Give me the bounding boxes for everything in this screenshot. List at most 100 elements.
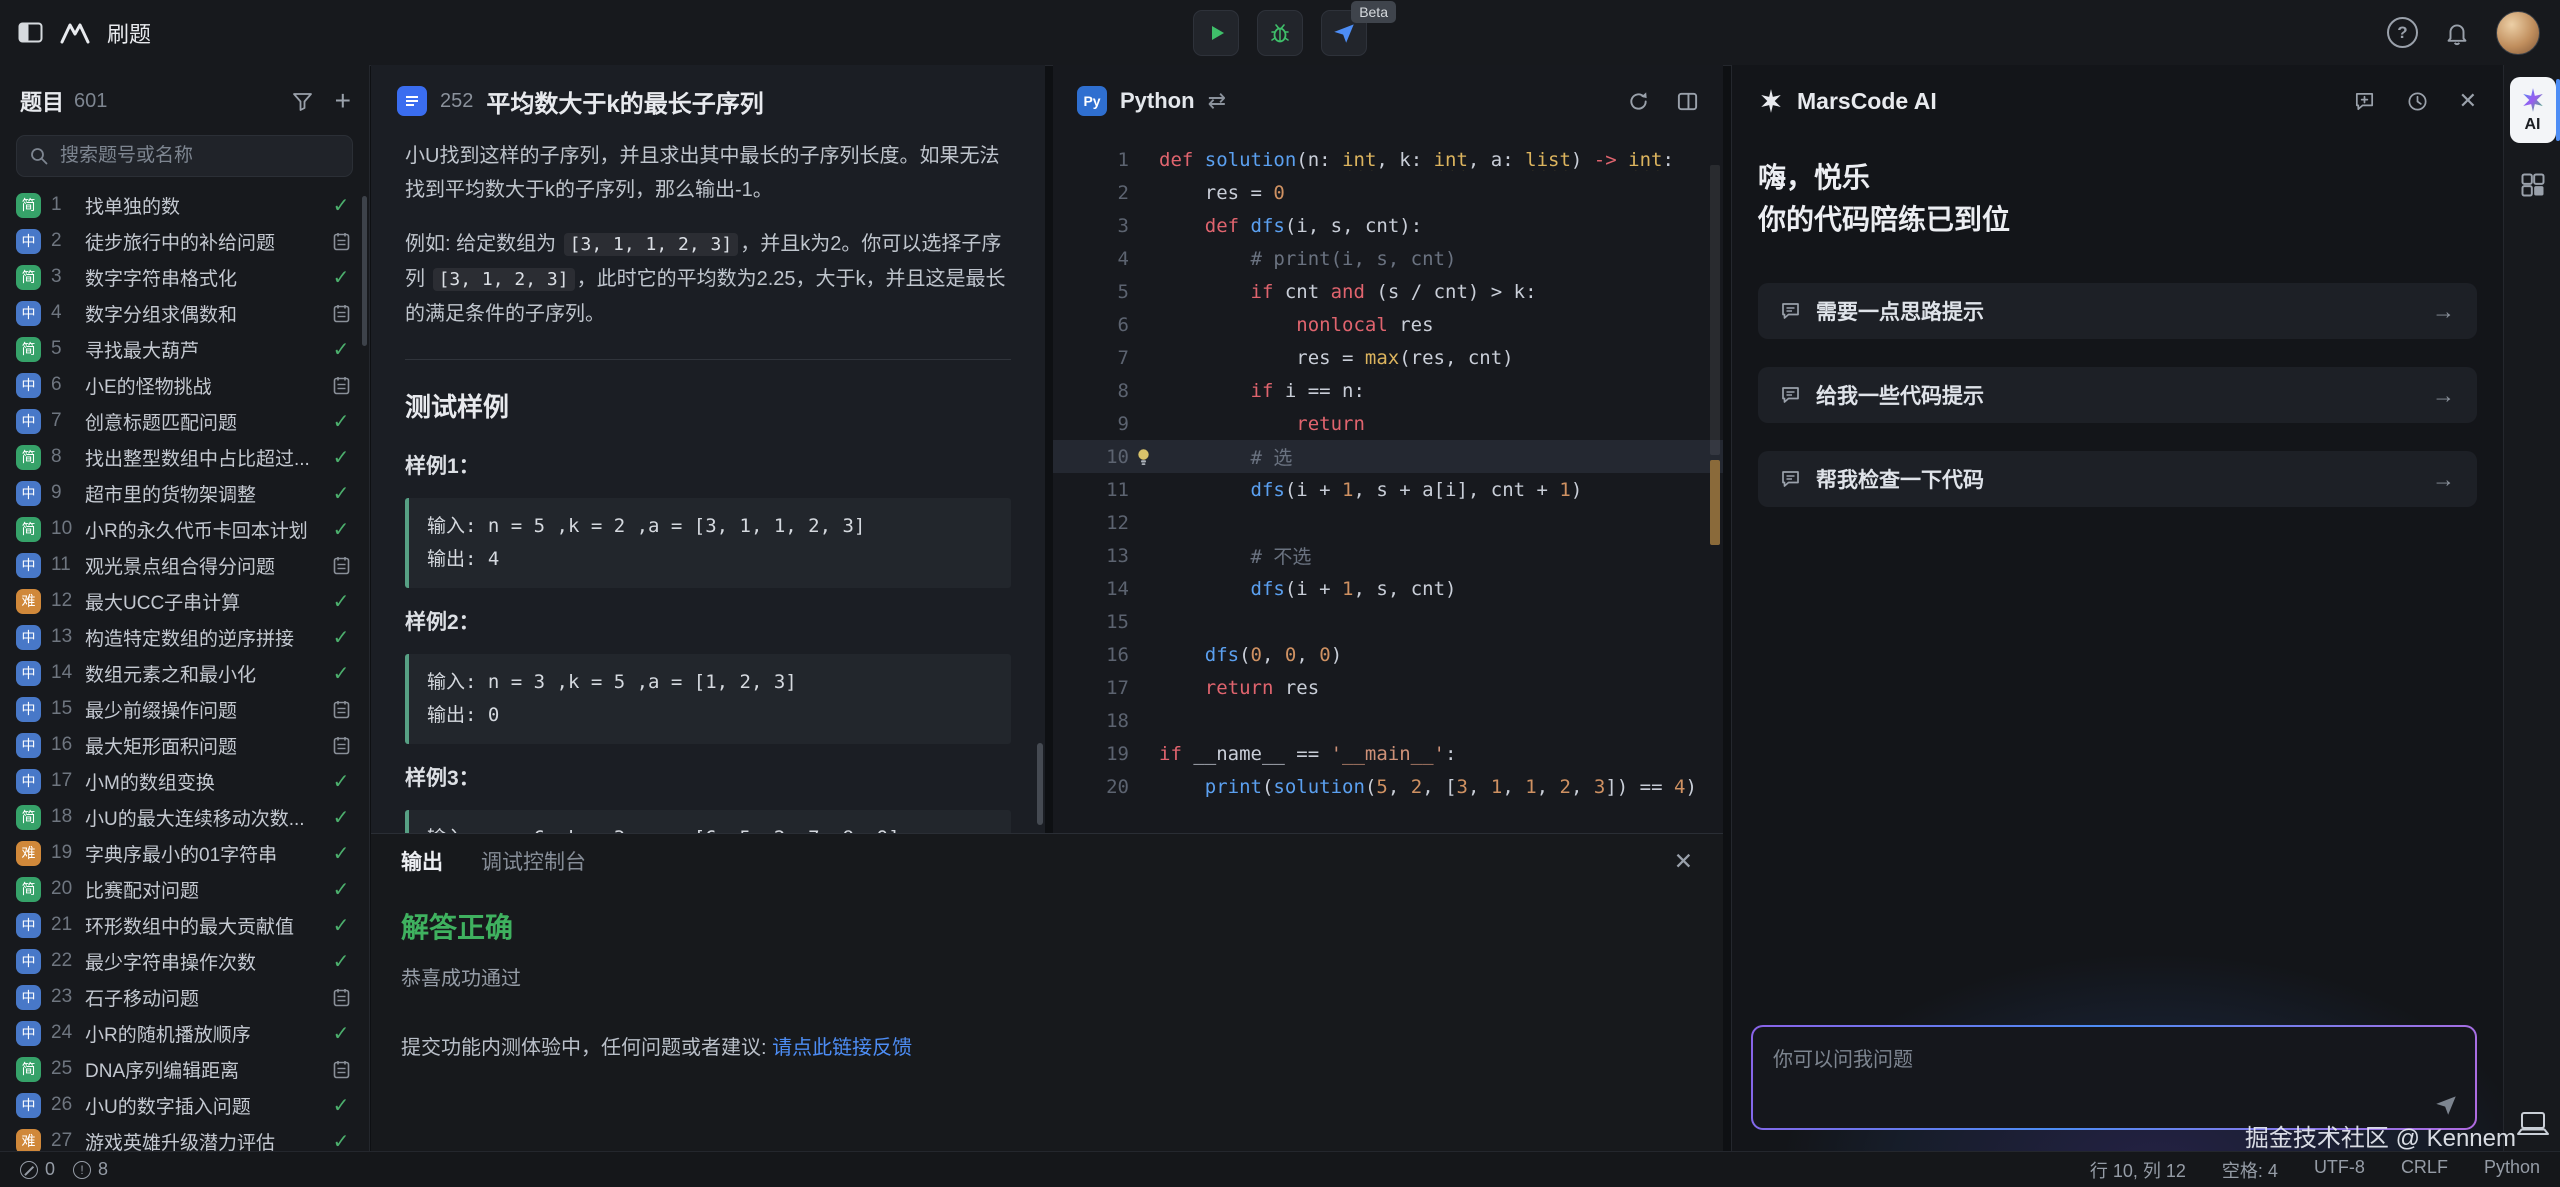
problem-list-item[interactable]: 中15最少前缀操作问题: [0, 691, 369, 727]
problem-list-item[interactable]: 简20比赛配对问题✓: [0, 871, 369, 907]
layout-split-icon[interactable]: [1676, 90, 1699, 113]
send-icon[interactable]: [2433, 1092, 2459, 1118]
problem-list-item[interactable]: 简1找单独的数✓: [0, 187, 369, 223]
note-icon: [329, 1060, 353, 1079]
code-line[interactable]: 3 def dfs(i, s, cnt):: [1053, 209, 1723, 242]
ai-input-box[interactable]: [1753, 1027, 2475, 1128]
indent-setting[interactable]: 空格: 4: [2222, 1157, 2278, 1183]
ai-suggestion-card[interactable]: 帮我检查一下代码→: [1758, 451, 2477, 507]
search-input[interactable]: [58, 144, 340, 168]
ai-suggestion-card[interactable]: 需要一点思路提示→: [1758, 283, 2477, 339]
app-title: 刷题: [107, 17, 151, 49]
problem-list-item[interactable]: 中17小M的数组变换✓: [0, 763, 369, 799]
code-line[interactable]: 19if __name__ == '__main__':: [1053, 737, 1723, 770]
problem-scrollbar[interactable]: [1037, 743, 1043, 825]
ai-question-input[interactable]: [1753, 1027, 2475, 1128]
arrow-right-icon: →: [2432, 298, 2455, 325]
new-chat-icon[interactable]: [2353, 90, 2376, 113]
problem-list-item[interactable]: 中16最大矩形面积问题: [0, 727, 369, 763]
problem-list-item[interactable]: 中2徒步旅行中的补给问题: [0, 223, 369, 259]
problem-list-item[interactable]: 中14数组元素之和最小化✓: [0, 655, 369, 691]
extensions-icon[interactable]: [2519, 171, 2547, 199]
feedback-link[interactable]: 请点此链接反馈: [772, 1037, 912, 1059]
sidebar-scrollbar[interactable]: [362, 196, 367, 346]
debug-button[interactable]: [1257, 10, 1303, 56]
warnings-indicator[interactable]: 8: [73, 1159, 108, 1180]
code-line[interactable]: 13 # 不选: [1053, 539, 1723, 572]
code-line[interactable]: 12: [1053, 506, 1723, 539]
language-switch-icon[interactable]: ⇄: [1208, 88, 1226, 114]
problem-list-item[interactable]: 中4数字分组求偶数和: [0, 295, 369, 331]
close-ai-panel-icon[interactable]: ✕: [2459, 88, 2477, 114]
code-line[interactable]: 16 dfs(0, 0, 0): [1053, 638, 1723, 671]
tab-output[interactable]: 输出: [401, 846, 443, 876]
problem-title: 观光景点组合得分问题: [85, 552, 319, 579]
code-line[interactable]: 4 # print(i, s, cnt): [1053, 242, 1723, 275]
problem-list-item[interactable]: 中24小R的随机播放顺序✓: [0, 1015, 369, 1051]
difficulty-badge: 中: [16, 985, 41, 1010]
ai-suggestion-card[interactable]: 给我一些代码提示→: [1758, 367, 2477, 423]
code-line[interactable]: 5 if cnt and (s / cnt) > k:: [1053, 275, 1723, 308]
problem-list-item[interactable]: 难27游戏英雄升级潜力评估✓: [0, 1123, 369, 1151]
code-line[interactable]: 14 dfs(i + 1, s, cnt): [1053, 572, 1723, 605]
notifications-bell-icon[interactable]: [2444, 20, 2470, 46]
add-problem-icon[interactable]: +: [335, 87, 351, 115]
top-bar-left: 刷题: [0, 17, 151, 49]
reset-code-icon[interactable]: [1627, 90, 1650, 113]
errors-indicator[interactable]: 0: [20, 1159, 55, 1180]
editor-scrollbar[interactable]: [1710, 165, 1720, 455]
problem-list-item[interactable]: 简10小R的永久代币卡回本计划✓: [0, 511, 369, 547]
code-line[interactable]: 9 return: [1053, 407, 1723, 440]
close-output-icon[interactable]: ✕: [1674, 848, 1693, 875]
code-line[interactable]: 6 nonlocal res: [1053, 308, 1723, 341]
problem-list-item[interactable]: 难12最大UCC子串计算✓: [0, 583, 369, 619]
code-line[interactable]: 10 # 选: [1053, 440, 1723, 473]
tab-debug-console[interactable]: 调试控制台: [481, 846, 586, 876]
problem-list-item[interactable]: 中23石子移动问题: [0, 979, 369, 1015]
problem-list-item[interactable]: 中11观光景点组合得分问题: [0, 547, 369, 583]
cursor-position[interactable]: 行 10, 列 12: [2090, 1157, 2186, 1183]
samples-title: 测试样例: [405, 390, 1011, 424]
code-line[interactable]: 1def solution(n: int, k: int, a: list) -…: [1053, 143, 1723, 176]
code-area[interactable]: 1def solution(n: int, k: int, a: list) -…: [1053, 137, 1723, 803]
problem-list-item[interactable]: 简18小U的最大连续移动次数...✓: [0, 799, 369, 835]
lightbulb-icon[interactable]: [1135, 447, 1152, 466]
user-avatar[interactable]: [2496, 11, 2540, 55]
code-line[interactable]: 18: [1053, 704, 1723, 737]
problem-list-item[interactable]: 中7创意标题匹配问题✓: [0, 403, 369, 439]
eol-setting[interactable]: CRLF: [2401, 1157, 2448, 1183]
code-line[interactable]: 20 print(solution(5, 2, [3, 1, 1, 2, 3])…: [1053, 770, 1723, 803]
sidebar-toggle-icon[interactable]: [18, 22, 43, 43]
problem-list-item[interactable]: 中21环形数组中的最大贡献值✓: [0, 907, 369, 943]
app-logo-icon[interactable]: [59, 21, 91, 45]
problem-list-item[interactable]: 中26小U的数字插入问题✓: [0, 1087, 369, 1123]
search-box[interactable]: [16, 135, 353, 177]
code-line[interactable]: 7 res = max(res, cnt): [1053, 341, 1723, 374]
problem-list-item[interactable]: 简8找出整型数组中占比超过...✓: [0, 439, 369, 475]
code-line[interactable]: 11 dfs(i + 1, s + a[i], cnt + 1): [1053, 473, 1723, 506]
code-line[interactable]: 2 res = 0: [1053, 176, 1723, 209]
problem-list-item[interactable]: 简25DNA序列编辑距离: [0, 1051, 369, 1087]
code-line[interactable]: 8 if i == n:: [1053, 374, 1723, 407]
code-line[interactable]: 15: [1053, 605, 1723, 638]
problem-list-item[interactable]: 中9超市里的货物架调整✓: [0, 475, 369, 511]
problem-list-item[interactable]: 简5寻找最大葫芦✓: [0, 331, 369, 367]
problem-number: 5: [51, 338, 75, 360]
problem-list-item[interactable]: 难19字典序最小的01字符串✓: [0, 835, 369, 871]
encoding[interactable]: UTF-8: [2314, 1157, 2365, 1183]
problem-list-item[interactable]: 中22最少字符串操作次数✓: [0, 943, 369, 979]
submit-button[interactable]: Beta: [1321, 10, 1367, 56]
problem-list-item[interactable]: 中13构造特定数组的逆序拼接✓: [0, 619, 369, 655]
help-icon[interactable]: ?: [2387, 17, 2418, 48]
problem-list-item[interactable]: 简3数字字符串格式化✓: [0, 259, 369, 295]
ai-assistant-button[interactable]: AI: [2510, 77, 2556, 143]
filter-icon[interactable]: [292, 92, 313, 111]
history-icon[interactable]: [2406, 90, 2429, 113]
language-mode[interactable]: Python: [2484, 1157, 2540, 1183]
device-preview-icon[interactable]: [2516, 1111, 2550, 1137]
code-line[interactable]: 17 return res: [1053, 671, 1723, 704]
run-button[interactable]: [1193, 10, 1239, 56]
right-activity-bar: AI: [2503, 65, 2560, 1151]
problem-list-item[interactable]: 中6小E的怪物挑战: [0, 367, 369, 403]
problem-title: 找单独的数: [85, 192, 319, 219]
